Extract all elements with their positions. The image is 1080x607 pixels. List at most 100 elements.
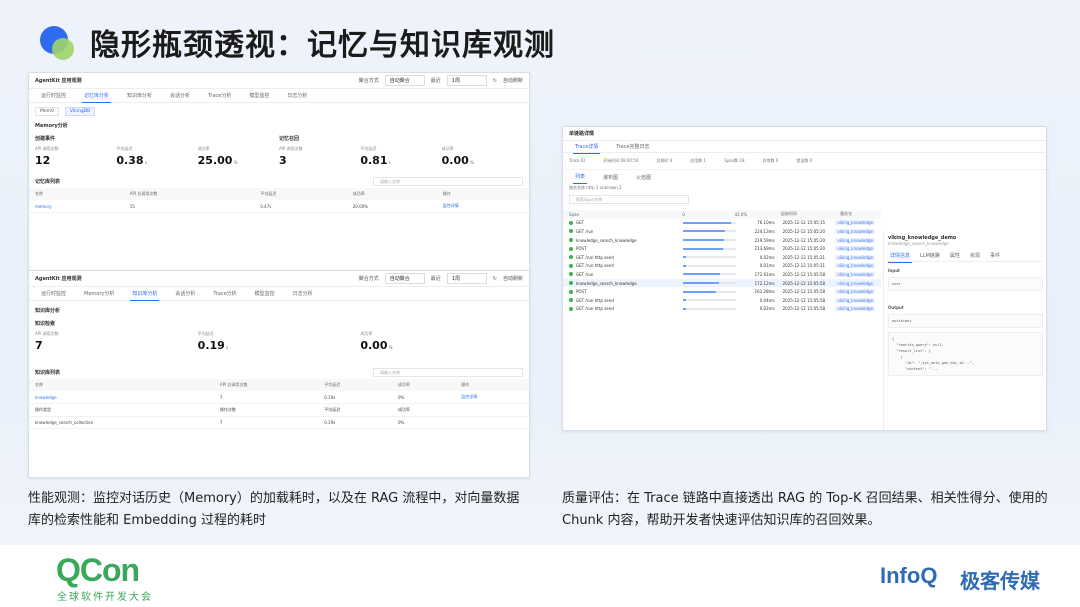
filter-row: 服务名称 http 3 unknown 2: [569, 185, 622, 190]
table-cell[interactable]: 监控详情: [455, 391, 529, 404]
tab-3[interactable]: 会话分析: [173, 287, 197, 300]
metric-unit: s: [224, 345, 229, 350]
status-dot-icon: [569, 272, 573, 277]
span-start-time: 2025-12-12 15:05:21: [782, 263, 826, 269]
detail-tab-3[interactable]: 资源: [968, 249, 982, 262]
input-user-box: user: [888, 277, 1043, 291]
span-name: GET /run: [576, 228, 594, 234]
span-duration: 219.59ms: [754, 237, 775, 243]
span-detail-pane: viking_knowledge_demo knowledge_search_k…: [883, 231, 1046, 430]
status-dot-icon: [569, 289, 573, 294]
span-row[interactable]: POST 213.69ms 2025-12-12 15:05:20 viking_kn…: [563, 244, 881, 253]
tab-0[interactable]: 运行时监控: [39, 287, 68, 300]
trace-tab-0[interactable]: Trace详情: [573, 140, 601, 154]
tab-2[interactable]: 知识库分析: [130, 287, 160, 301]
view-tab-1[interactable]: 瀑布图: [601, 171, 620, 184]
span-row[interactable]: GET 76.10ms 2025-12-12 15:05:15 viking_know…: [563, 219, 881, 228]
metric-value: 0.19 s: [197, 339, 229, 352]
status-dot-icon: [569, 298, 573, 303]
span-duration: 0.02ms: [759, 254, 775, 260]
search-input[interactable]: 请输入名称: [373, 177, 523, 186]
duration-bar: [683, 264, 736, 267]
table-cell: 成功率: [391, 403, 456, 417]
table-cell: 0.47s: [254, 200, 347, 213]
tab-4[interactable]: Trace分析: [206, 89, 233, 102]
span-row[interactable]: GET /run http send 0.01ms 2025-12-12 15:05…: [563, 262, 881, 271]
view-tab-0[interactable]: 列表: [573, 170, 588, 184]
table-header: 名称: [29, 379, 214, 391]
table-row: 操作类型 操作次数 平均延迟 成功率: [29, 403, 529, 417]
span-row[interactable]: knowledge_search_knowledge 219.59ms 2025-1…: [563, 236, 881, 245]
duration-bar-fill: [683, 282, 720, 285]
trace-info: 异常数 0: [762, 158, 779, 163]
auto-refresh-toggle[interactable]: 自动刷新: [503, 275, 523, 282]
metric: 成功率 25.00 %: [198, 146, 279, 167]
refresh-icon[interactable]: ↻: [493, 276, 497, 282]
metric-label: 成功率: [441, 146, 454, 151]
table-cell: memory: [29, 200, 124, 213]
agg-select[interactable]: 自动聚合: [384, 75, 425, 86]
span-row[interactable]: GET /run http send 0.02ms 2025-12-12 15:05…: [563, 305, 881, 314]
metric: 成功率 0.00 %: [442, 146, 523, 167]
span-row[interactable]: knowledge_search_knowledge 172.12ms 2025-1…: [563, 278, 881, 288]
tab-6[interactable]: 日志分析: [285, 89, 309, 102]
span-name-cell: knowledge_search_knowledge: [569, 281, 683, 286]
tab-5[interactable]: 模型监控: [247, 89, 271, 102]
span-start-time: 2025-12-12 15:05:21: [782, 254, 826, 260]
table-header: 操作: [455, 379, 529, 391]
tab-5[interactable]: 模型监控: [253, 287, 277, 300]
tab-6[interactable]: 日志分析: [291, 287, 315, 300]
table-header: 平均延迟: [318, 379, 392, 391]
range-select[interactable]: 1周: [446, 75, 487, 86]
span-duration: 0.04ms: [759, 297, 775, 303]
detail-tab-0[interactable]: 详情信息: [888, 249, 913, 263]
refresh-icon[interactable]: ↻: [493, 78, 497, 84]
span-start-time: 2025-12-12 15:05:58: [782, 280, 826, 286]
detail-tab-2[interactable]: 属性: [948, 249, 962, 262]
metric-value: 0.00 %: [360, 339, 393, 352]
output-code: { "rewrite_query": null, "result_list": …: [888, 332, 1043, 376]
span-row[interactable]: GET /run http send 0.04ms 2025-12-12 15:05…: [563, 296, 881, 305]
detail-tab-4[interactable]: 事件: [988, 249, 1002, 262]
span-row[interactable]: GET /run http send 0.02ms 2025-12-12 15:05…: [563, 253, 881, 262]
span-row[interactable]: GET /run 224.13ms 2025-12-12 15:05:20 vikin…: [563, 227, 881, 236]
view-tab-2[interactable]: 火焰图: [634, 171, 653, 184]
span-row[interactable]: POST 161.28ms 2025-12-12 15:05:58 viking_kn…: [563, 287, 881, 296]
status-dot-icon: [569, 306, 573, 311]
metric-label: 成功率: [360, 331, 373, 336]
tab-0[interactable]: 运行时监控: [39, 89, 68, 102]
span-service: viking_knowledge: [835, 246, 875, 252]
agg-select[interactable]: 自动聚合: [384, 273, 425, 284]
metric-value: 12: [35, 154, 51, 167]
subtab-1[interactable]: VikingDB: [64, 107, 96, 116]
span-start-time: 2025-12-12 15:05:20: [782, 228, 826, 234]
duration-bar: [683, 247, 736, 250]
table-cell: knowledge: [29, 391, 214, 404]
span-search[interactable]: 搜索Span名称: [569, 195, 689, 204]
metric: API 调用次数 3: [279, 146, 360, 167]
tab-1[interactable]: 记忆库分析: [82, 89, 112, 103]
subtab-0[interactable]: Mem0: [35, 107, 59, 116]
span-row[interactable]: GET /run 172.61ms 2025-12-12 15:05:58 vikin…: [563, 270, 881, 279]
tab-4[interactable]: Trace分析: [211, 287, 238, 300]
tab-2[interactable]: 知识库分析: [125, 89, 154, 102]
tab-3[interactable]: 会话分析: [168, 89, 192, 102]
trace-tab-1[interactable]: Trace完整日志: [614, 140, 651, 153]
table-cell[interactable]: 监控详情: [436, 200, 529, 213]
table-cell: 7: [213, 391, 319, 404]
metric-label: API 调用次数: [279, 146, 303, 151]
table-cell: 15: [123, 200, 255, 213]
table-cell: 7: [213, 416, 319, 429]
detail-tab-1[interactable]: LLM链路: [918, 249, 942, 262]
range-select[interactable]: 1周: [446, 273, 487, 284]
group-title: 记忆召回: [279, 136, 300, 142]
span-start-time: 2025-12-12 15:05:58: [782, 306, 826, 312]
duration-bar: [683, 256, 736, 259]
auto-refresh-toggle[interactable]: 自动刷新: [503, 77, 523, 84]
tab-1[interactable]: Memory分析: [82, 287, 116, 300]
search-input[interactable]: 请输入名称: [373, 368, 523, 377]
status-dot-icon: [569, 246, 573, 251]
span-duration: 172.12ms: [754, 280, 775, 286]
metric: 成功率 0.00 %: [360, 331, 523, 352]
span-name-cell: GET: [569, 220, 683, 225]
